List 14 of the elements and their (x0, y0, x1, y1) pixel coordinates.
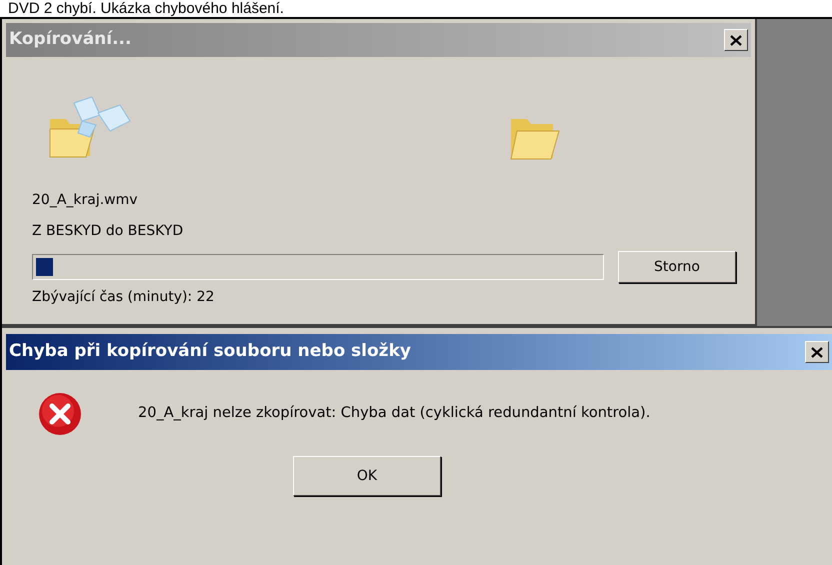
close-button[interactable] (724, 29, 748, 51)
file-name: 20_A_kraj.wmv (32, 191, 139, 210)
cancel-button[interactable]: Storno (618, 251, 736, 283)
file-description: Z BESKYD do BESKYD (32, 222, 184, 241)
error-icon (38, 392, 82, 436)
close-icon (811, 346, 823, 358)
caption: DVD 2 chybí. Ukázka chybového hlášení. (7, 0, 285, 17)
close-icon (730, 34, 742, 46)
window-title: Kopírování... (9, 28, 132, 52)
close-button[interactable] (805, 341, 829, 363)
remaining-time: Zbývající čas (minuty): 22 (31, 288, 216, 307)
error-message: 20_A_kraj nelze zkopírovat: Chyba dat (cyklická redundantní kontrola). (138, 404, 650, 424)
ok-button[interactable]: OK (293, 456, 441, 496)
window-title: Chyba při kopírování souboru nebo složky (9, 340, 411, 364)
